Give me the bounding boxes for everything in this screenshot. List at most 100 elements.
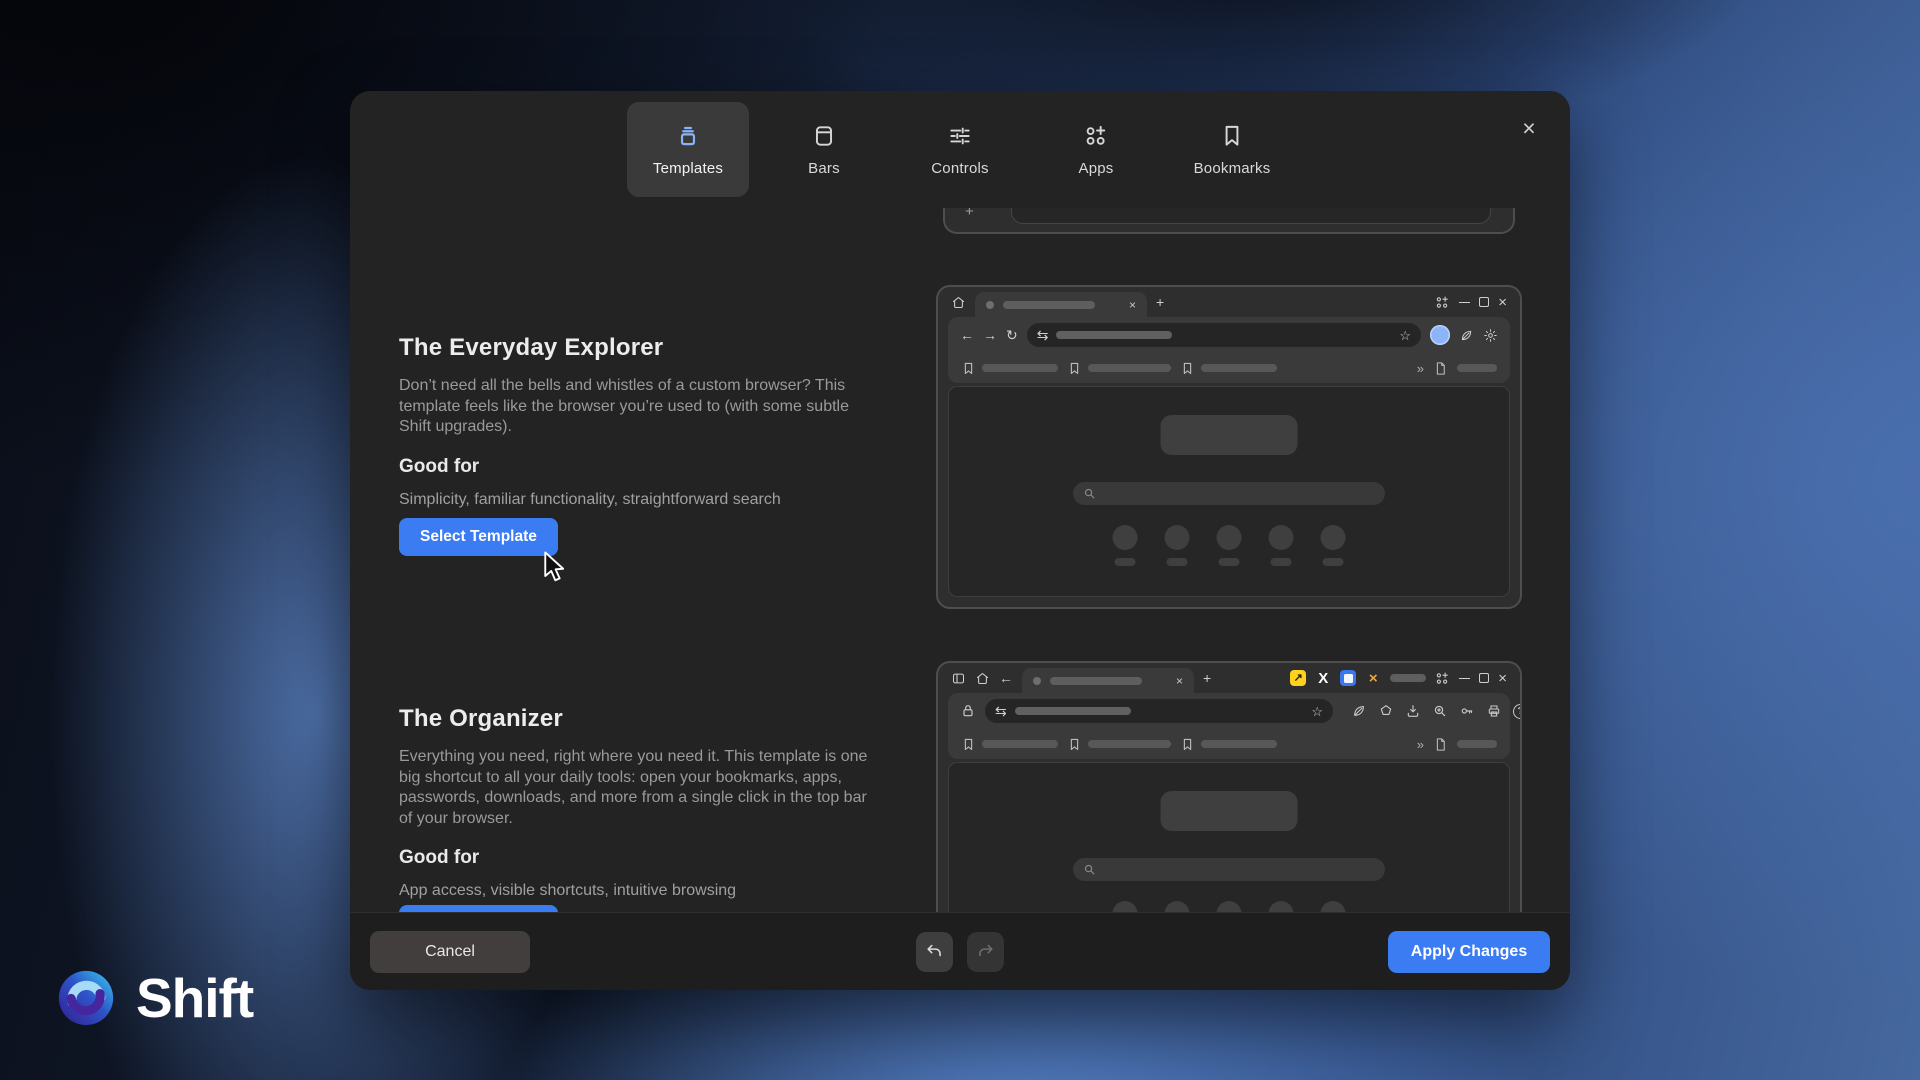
- gear-icon: [1483, 328, 1498, 343]
- printer-icon: [1486, 703, 1502, 719]
- file-icon: [1433, 361, 1448, 376]
- preview-address-row: ⇆ ☆ ?: [948, 693, 1510, 729]
- passwords-key-icon: [1459, 703, 1475, 719]
- new-tab-icon: +: [1203, 671, 1211, 685]
- apps-grid-icon: [1435, 295, 1450, 310]
- controls-icon: [947, 123, 973, 149]
- bookmark-icon: [1067, 737, 1082, 752]
- history-controls: [916, 932, 1004, 972]
- browser-preview-partial: +: [943, 208, 1515, 234]
- tab-label: Controls: [931, 160, 988, 177]
- templates-icon: [675, 123, 701, 149]
- search-bar-placeholder: [1073, 858, 1385, 881]
- preview-chrome: ⇆ ☆ ?: [948, 693, 1510, 759]
- minimize-icon: [1459, 678, 1470, 679]
- shortcut-placeholders: [1113, 901, 1346, 912]
- cancel-button[interactable]: Cancel: [370, 931, 530, 973]
- bookmark-icon: [961, 361, 976, 376]
- bookmark-icon: [1180, 737, 1195, 752]
- overflow-chevrons-icon: »: [1417, 361, 1424, 376]
- star-icon: ☆: [1399, 329, 1411, 342]
- profile-avatar: [1430, 325, 1450, 345]
- overflow-chevrons-icon: »: [1417, 737, 1424, 752]
- home-icon: [975, 671, 990, 686]
- logo-placeholder: [1161, 415, 1298, 455]
- search-icon: [1082, 862, 1097, 877]
- star-icon: ☆: [1311, 705, 1323, 718]
- window-close-icon: ×: [1498, 295, 1507, 310]
- section-description: Don’t need all the bells and whistles of…: [399, 376, 881, 438]
- file-icon: [1433, 737, 1448, 752]
- url-placeholder: [1056, 331, 1172, 339]
- tab-close-icon: ×: [1129, 299, 1136, 311]
- tab-close-icon: ×: [1176, 675, 1183, 687]
- shield-icon: [1378, 703, 1394, 719]
- browser-tab: ×: [975, 292, 1147, 317]
- searchbar-placeholder: [1011, 208, 1491, 224]
- section-title: The Everyday Explorer: [399, 334, 881, 362]
- shift-logo-icon: [58, 970, 114, 1026]
- preview-page-content: [948, 386, 1510, 597]
- customization-dialog: Templates Bars Controls Apps Bookmarks ×: [350, 91, 1570, 990]
- apps-icon: [1083, 123, 1109, 149]
- browser-preview-organizer: ← × + ↗ X ×: [936, 661, 1522, 912]
- leaf-icon: [1351, 703, 1367, 719]
- search-bar-placeholder: [1073, 482, 1385, 505]
- bookmark-icon: [1067, 361, 1082, 376]
- preview-page-content: [948, 762, 1510, 912]
- downloads-icon: [1405, 703, 1421, 719]
- redo-button[interactable]: [967, 932, 1004, 972]
- url-placeholder: [1015, 707, 1131, 715]
- address-bar: ⇆ ☆: [1027, 323, 1421, 347]
- browser-tab: ×: [1022, 668, 1194, 693]
- bookmark-item: [1067, 361, 1171, 376]
- select-template-button[interactable]: Select Template: [399, 518, 558, 556]
- lock-icon: [960, 703, 976, 719]
- tab-bars[interactable]: Bars: [763, 102, 885, 197]
- browser-preview-everyday-explorer: × + × ← → ↻ ⇆: [936, 285, 1522, 609]
- preview-tab-row: ← × + ↗ X ×: [938, 663, 1520, 693]
- search-icon: [1082, 486, 1097, 501]
- tab-bookmarks[interactable]: Bookmarks: [1171, 102, 1293, 197]
- app-label-placeholder: [1390, 674, 1426, 682]
- new-tab-icon: +: [1156, 295, 1164, 309]
- bookmark-item: [961, 361, 1058, 376]
- new-tab-icon: +: [965, 208, 974, 220]
- toolbar-icons: ?: [1351, 703, 1522, 719]
- x-app-icon: X: [1315, 670, 1331, 686]
- good-for-heading: Good for: [399, 456, 881, 478]
- tools-app-icon: ×: [1365, 670, 1381, 686]
- tab-apps[interactable]: Apps: [1035, 102, 1157, 197]
- calendar-app-icon: [1340, 670, 1356, 686]
- good-for-text: App access, visible shortcuts, intuitive…: [399, 882, 881, 900]
- select-template-button[interactable]: Select Template: [399, 905, 558, 912]
- brand-name: Shift: [136, 966, 253, 1030]
- apps-grid-icon: [1435, 671, 1450, 686]
- template-section-everyday-explorer: The Everyday Explorer Don’t need all the…: [399, 334, 881, 509]
- apply-changes-button[interactable]: Apply Changes: [1388, 931, 1550, 973]
- undo-button[interactable]: [916, 932, 953, 972]
- preview-tab-row: × + ×: [938, 287, 1520, 317]
- desktop-background: Templates Bars Controls Apps Bookmarks ×: [0, 0, 1920, 1080]
- home-icon: [951, 295, 966, 310]
- help-icon: ?: [1513, 704, 1522, 719]
- back-icon: ←: [999, 671, 1013, 685]
- shift-address-icon: ⇆: [1037, 328, 1049, 342]
- logo-placeholder: [1161, 791, 1298, 831]
- zoom-icon: [1432, 703, 1448, 719]
- close-icon[interactable]: ×: [1514, 113, 1544, 143]
- address-bar: ⇆ ☆: [985, 699, 1333, 723]
- good-for-text: Simplicity, familiar functionality, stra…: [399, 491, 881, 509]
- tab-controls[interactable]: Controls: [899, 102, 1021, 197]
- tab-templates[interactable]: Templates: [627, 102, 749, 197]
- leaf-icon: [1459, 328, 1474, 343]
- tab-label: Templates: [653, 160, 723, 177]
- favicon-placeholder: [986, 301, 994, 309]
- tab-title-placeholder: [1003, 301, 1095, 309]
- dialog-tab-bar: Templates Bars Controls Apps Bookmarks: [350, 91, 1570, 208]
- template-section-organizer: The Organizer Everything you need, right…: [399, 705, 881, 900]
- bookmark-item: [1180, 361, 1277, 376]
- brand: Shift: [58, 966, 253, 1030]
- forward-icon: →: [983, 328, 997, 342]
- dialog-footer: Cancel Apply Changes: [350, 912, 1570, 990]
